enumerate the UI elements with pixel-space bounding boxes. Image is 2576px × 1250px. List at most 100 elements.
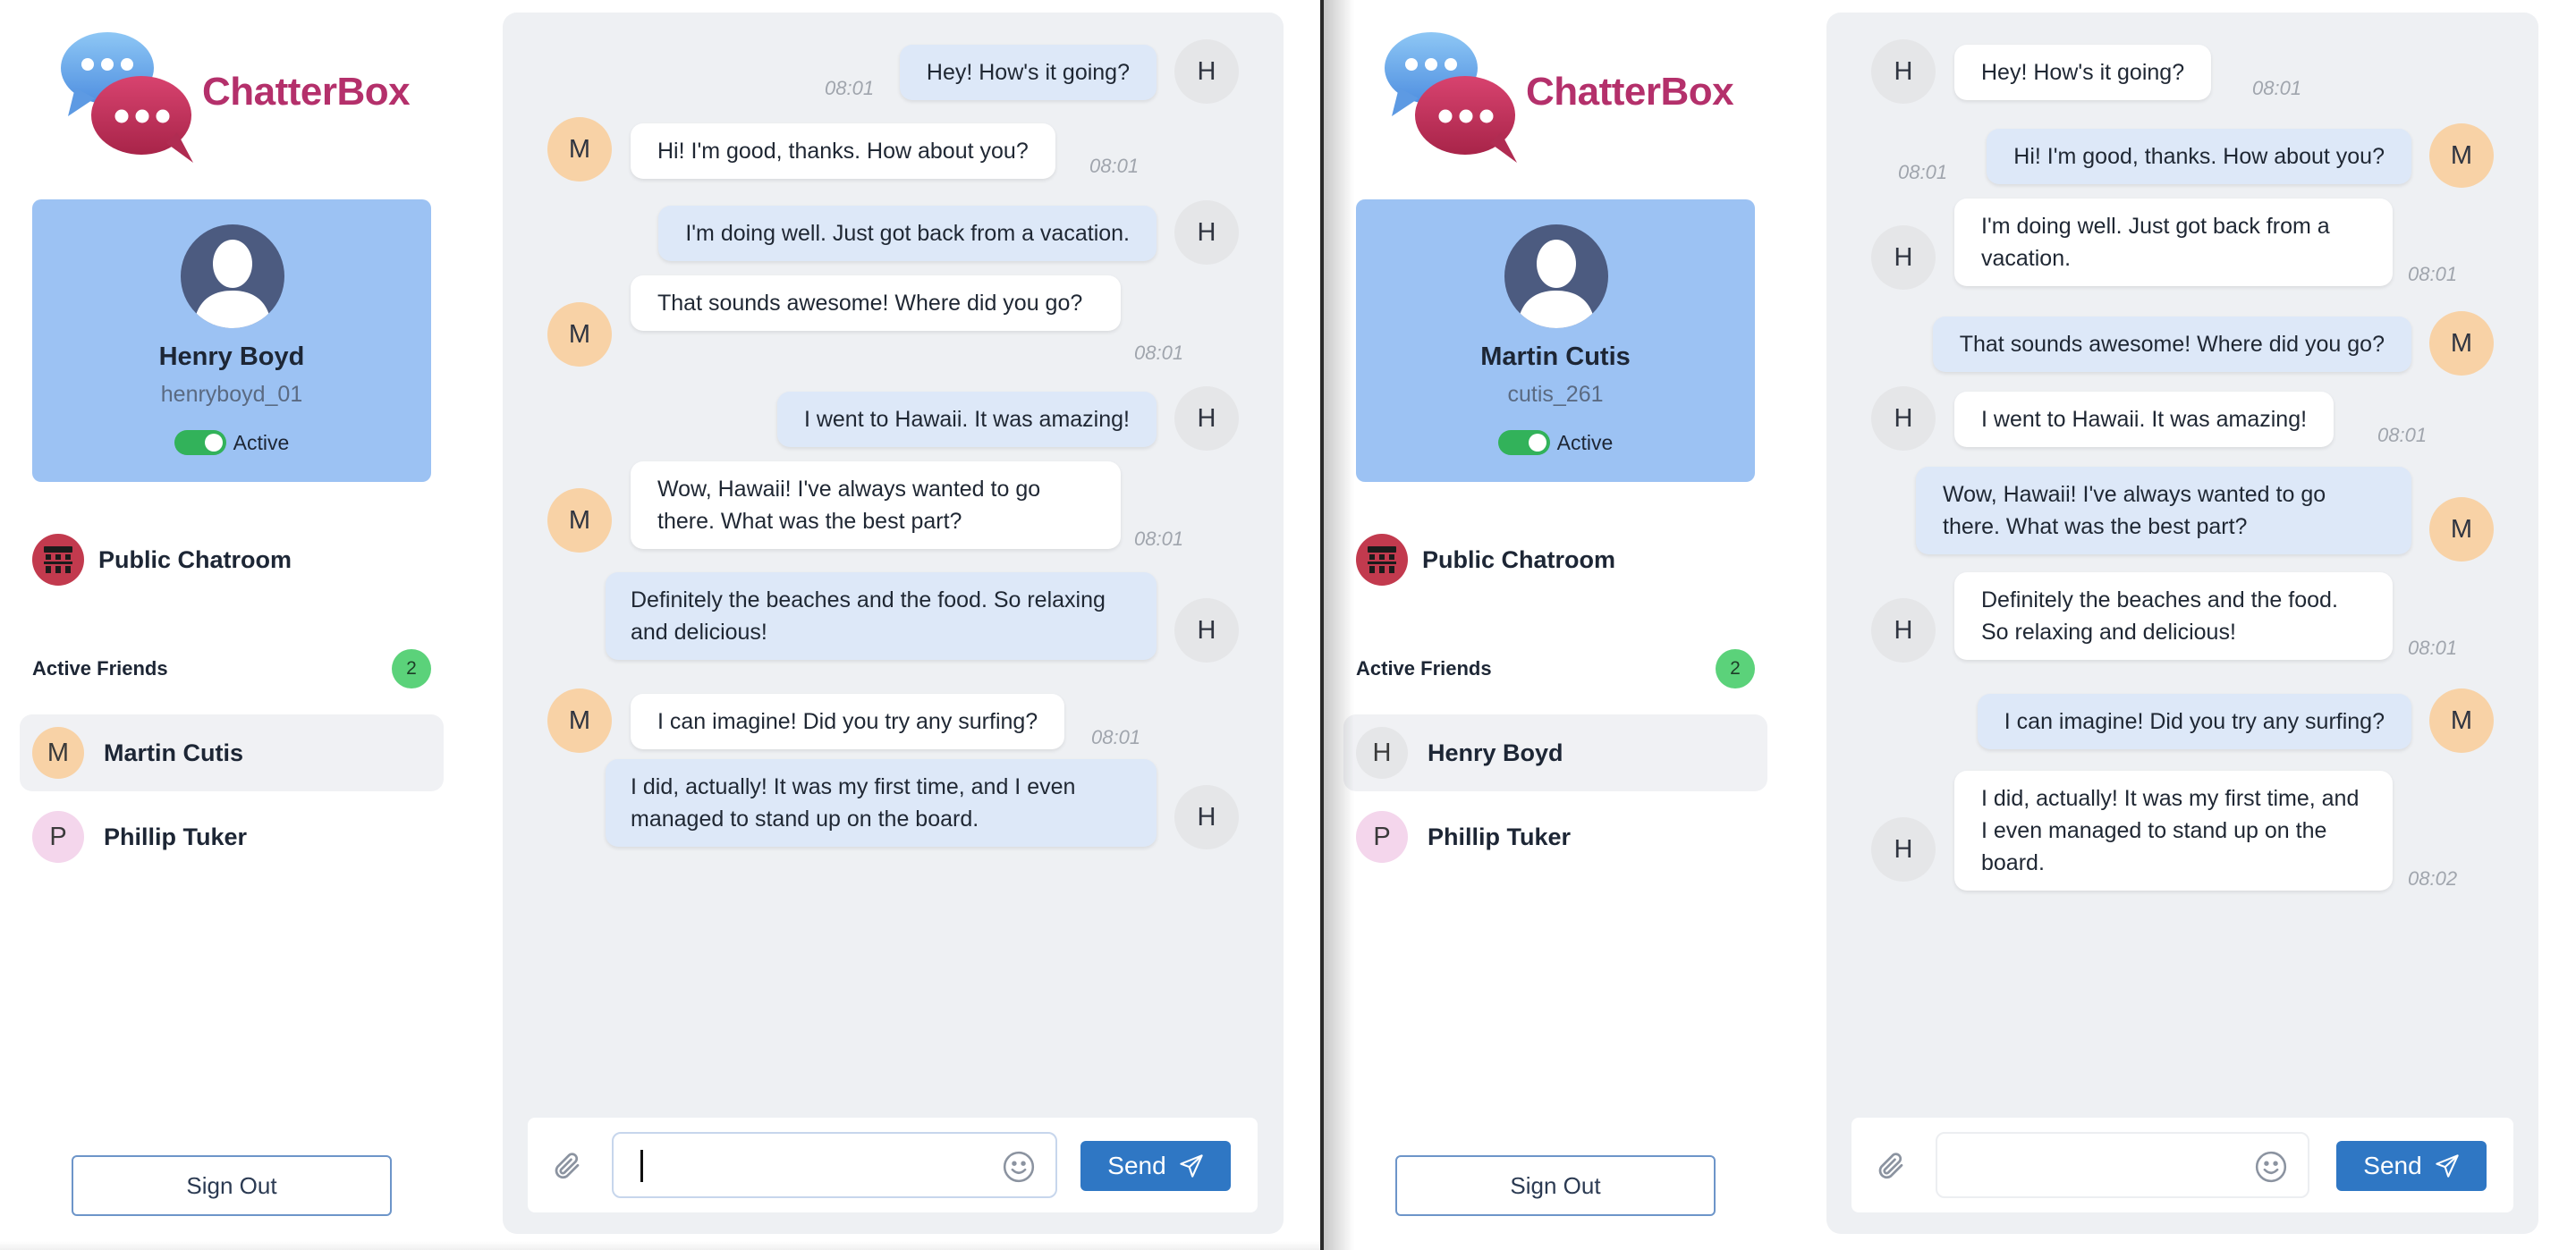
message-time: 08:01 <box>2408 263 2458 285</box>
public-chatroom-label: Public Chatroom <box>1422 545 1616 573</box>
message-row: Definitely the beaches and the food. So … <box>1954 572 2393 660</box>
message-bubble: That sounds awesome! Where did you go? <box>1932 317 2411 372</box>
message-avatar: H <box>1174 785 1239 849</box>
public-chatroom-link[interactable]: Public Chatroom <box>32 534 292 586</box>
message-time: 08:01 <box>1134 342 1184 364</box>
friend-name: Phillip Tuker <box>1428 823 1572 850</box>
message-bubble: Definitely the beaches and the food. So … <box>606 572 1157 660</box>
public-chatroom-icon <box>32 534 84 586</box>
friend-item-martin-cutis[interactable]: M Martin Cutis <box>20 714 444 791</box>
message-bubble: Hi! I'm good, thanks. How about you? <box>631 123 1055 179</box>
message-bubble: Hey! How's it going? <box>1954 45 2212 100</box>
message-avatar: H <box>1871 817 1936 882</box>
friend-name: Phillip Tuker <box>104 823 248 850</box>
status-label: Active <box>1556 430 1614 454</box>
send-icon <box>1179 1154 1203 1178</box>
public-chatroom-icon <box>1356 534 1408 586</box>
app-title: ChatterBox <box>1526 70 1734 114</box>
text-caret <box>640 1150 643 1182</box>
message-composer: Send <box>1852 1118 2513 1212</box>
send-button[interactable]: Send <box>1080 1141 1231 1191</box>
friend-item-phillip-tuker[interactable]: P Phillip Tuker <box>20 798 444 875</box>
active-friends-count-badge: 2 <box>1716 649 1755 688</box>
message-row: That sounds awesome! Where did you go? <box>631 275 1121 331</box>
emoji-icon[interactable] <box>2254 1150 2288 1184</box>
message-bubble: I'm doing well. Just got back from a vac… <box>658 206 1157 261</box>
friend-item-phillip-tuker[interactable]: P Phillip Tuker <box>1343 798 1767 875</box>
friend-item-henry-boyd[interactable]: H Henry Boyd <box>1343 714 1767 791</box>
user-avatar-icon <box>1504 224 1608 328</box>
profile-card: Martin Cutis cutis_261 Active <box>1356 199 1755 482</box>
friend-avatar: P <box>1356 811 1408 863</box>
message-row: Hi! I'm good, thanks. How about you? <box>631 123 1055 179</box>
message-row: Hey! How's it going? <box>899 45 1157 100</box>
message-avatar: M <box>2429 311 2494 376</box>
message-time: 08:01 <box>1134 528 1184 550</box>
active-friends-header: Active Friends 2 <box>32 649 431 688</box>
message-bubble: Wow, Hawaii! I've always wanted to go th… <box>1916 467 2411 554</box>
message-time: 08:01 <box>1898 161 1948 183</box>
message-bubble: Hey! How's it going? <box>899 45 1157 100</box>
message-bubble: Wow, Hawaii! I've always wanted to go th… <box>631 461 1121 549</box>
message-avatar: H <box>1871 225 1936 290</box>
friend-avatar: H <box>1356 727 1408 779</box>
message-input[interactable] <box>612 1132 1057 1198</box>
message-list[interactable]: H Hey! How's it going? 08:01 M Hi! I'm g… <box>1826 13 2538 1103</box>
app-title: ChatterBox <box>202 70 411 114</box>
message-time: 08:01 <box>2252 77 2302 99</box>
message-bubble: That sounds awesome! Where did you go? <box>631 275 1121 331</box>
message-avatar: H <box>1871 598 1936 663</box>
sidebar: ChatterBox Martin Cutis cutis_261 Active <box>1324 0 1789 1250</box>
active-friends-count-badge: 2 <box>392 649 431 688</box>
public-chatroom-link[interactable]: Public Chatroom <box>1356 534 1615 586</box>
message-composer: Send <box>528 1118 1258 1212</box>
friend-avatar: P <box>32 811 84 863</box>
send-icon <box>2435 1154 2459 1178</box>
message-row: Hey! How's it going? <box>1954 45 2212 100</box>
chat-panel: H Hey! How's it going? 08:01 M Hi! I'm g… <box>503 13 1284 1234</box>
sign-out-button[interactable]: Sign Out <box>72 1155 392 1216</box>
message-bubble: I did, actually! It was my first time, a… <box>606 759 1157 847</box>
message-avatar: M <box>2429 688 2494 753</box>
message-avatar: M <box>2429 123 2494 188</box>
message-bubble: I can imagine! Did you try any surfing? <box>631 694 1065 749</box>
message-avatar: H <box>1174 200 1239 265</box>
message-bubble: I can imagine! Did you try any surfing? <box>1977 694 2411 749</box>
profile-name: Henry Boyd <box>158 342 305 371</box>
paperclip-icon[interactable] <box>1875 1150 1907 1182</box>
message-list[interactable]: H Hey! How's it going? 08:01 M Hi! I'm g… <box>503 13 1284 1103</box>
message-row: I went to Hawaii. It was amazing! <box>776 392 1157 447</box>
message-row: I can imagine! Did you try any surfing? <box>1977 694 2411 749</box>
sidebar: ChatterBox Henry Boyd henryboyd_01 Activ… <box>0 0 465 1250</box>
message-row: Definitely the beaches and the food. So … <box>606 572 1157 660</box>
active-toggle[interactable] <box>174 430 226 455</box>
message-time: 08:01 <box>1089 155 1140 177</box>
profile-username: cutis_261 <box>1507 382 1604 407</box>
paperclip-icon[interactable] <box>551 1150 583 1182</box>
message-avatar: M <box>547 488 612 553</box>
message-time: 08:01 <box>2408 637 2458 659</box>
message-row: That sounds awesome! Where did you go? <box>1932 317 2411 372</box>
status-indicator: Active <box>1356 430 1755 455</box>
chat-window-henry: ChatterBox Henry Boyd henryboyd_01 Activ… <box>0 0 1322 1250</box>
active-friends-title: Active Friends <box>32 657 168 680</box>
message-row: I'm doing well. Just got back from a vac… <box>658 206 1157 261</box>
message-avatar: M <box>2429 497 2494 562</box>
friend-name: Martin Cutis <box>104 739 244 766</box>
sign-out-button[interactable]: Sign Out <box>1395 1155 1716 1216</box>
status-label: Active <box>233 430 290 454</box>
send-button[interactable]: Send <box>2336 1141 2487 1191</box>
message-bubble: I went to Hawaii. It was amazing! <box>776 392 1157 447</box>
message-row: I went to Hawaii. It was amazing! <box>1954 392 2334 447</box>
active-toggle[interactable] <box>1497 430 1550 455</box>
message-time: 08:02 <box>2408 867 2458 890</box>
emoji-icon[interactable] <box>1002 1150 1036 1184</box>
profile-card: Henry Boyd henryboyd_01 Active <box>32 199 431 482</box>
chat-window-martin: ChatterBox Martin Cutis cutis_261 Active <box>1324 0 2576 1250</box>
message-avatar: H <box>1871 39 1936 104</box>
message-avatar: H <box>1174 39 1239 104</box>
public-chatroom-label: Public Chatroom <box>98 545 292 573</box>
message-row: I did, actually! It was my first time, a… <box>1954 771 2393 891</box>
message-bubble: I did, actually! It was my first time, a… <box>1954 771 2393 891</box>
message-input[interactable] <box>1936 1132 2309 1198</box>
